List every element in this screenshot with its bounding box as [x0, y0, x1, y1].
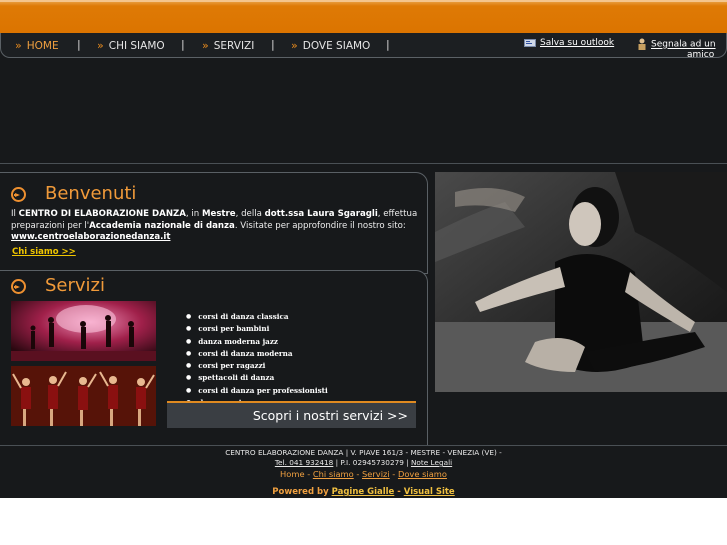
- powered-by: Powered by Pagine Gialle - Visual Site: [0, 487, 727, 497]
- chevron-icon: »: [15, 39, 22, 52]
- dance-group-image: [11, 366, 156, 426]
- nav-servizi[interactable]: » SERVIZI: [202, 39, 254, 52]
- service-item: corsi per bambini: [186, 323, 328, 335]
- nav-separator: |: [181, 38, 185, 51]
- footer-sep: -: [353, 469, 362, 479]
- nav-home[interactable]: » HOME: [15, 39, 59, 52]
- service-item: corsi di danza classica: [186, 311, 328, 323]
- chi-siamo-link[interactable]: Chi siamo >>: [12, 247, 76, 257]
- nav-separator: |: [271, 38, 275, 51]
- nav-home-label: HOME: [26, 40, 59, 52]
- save-outlook-link[interactable]: Salva su outlook: [524, 38, 614, 48]
- welcome-text: Il CENTRO DI ELABORAZIONE DANZA, in Mest…: [11, 209, 421, 244]
- arrow-circle-icon: [11, 279, 26, 294]
- visual-site-link[interactable]: Visual Site: [404, 487, 455, 497]
- nav-separator: |: [77, 38, 81, 51]
- nav-chi-siamo-label: CHI SIAMO: [108, 40, 165, 52]
- arrow-circle-icon: [11, 187, 26, 202]
- nav-separator: |: [386, 38, 390, 51]
- welcome-title: Benvenuti: [45, 183, 137, 204]
- footer-chi-siamo-link[interactable]: Chi siamo: [313, 469, 354, 479]
- discover-services-button[interactable]: Scopri i nostri servizi >>: [167, 401, 416, 428]
- banner-area: [0, 58, 727, 164]
- dancer-photo: [435, 172, 727, 392]
- tell-friend-label: Segnala ad un: [651, 39, 716, 50]
- powered-sep: -: [394, 487, 404, 497]
- footer-sep: -: [304, 469, 313, 479]
- dance-stage-image: [11, 301, 156, 361]
- nav-chi-siamo[interactable]: » CHI SIAMO: [97, 39, 165, 52]
- pagine-gialle-link[interactable]: Pagine Gialle: [332, 487, 395, 497]
- vat-text: | P.I. 02945730279 |: [333, 458, 411, 467]
- tell-friend-link[interactable]: Segnala ad un: [637, 38, 716, 50]
- service-item: corsi di danza moderna: [186, 348, 328, 360]
- footer-home-link[interactable]: Home: [280, 469, 305, 479]
- footer-servizi-link[interactable]: Servizi: [362, 469, 390, 479]
- nav-dove-siamo-label: DOVE SIAMO: [302, 40, 371, 52]
- services-list: corsi di danza classica corsi per bambin…: [186, 311, 328, 409]
- footer-dove-siamo-link[interactable]: Dove siamo: [398, 469, 447, 479]
- footer-contacts: Tel. 041 932418 | P.I. 02945730279 | Not…: [0, 458, 727, 467]
- text-part: , della: [235, 209, 265, 219]
- service-item: corsi di danza per professionisti: [186, 385, 327, 397]
- chevron-icon: »: [202, 39, 209, 52]
- text-part: , in: [185, 209, 202, 219]
- page: » HOME | » CHI SIAMO | » SERVIZI | » DOVE SI…: [0, 0, 727, 545]
- service-item: corsi per ragazzi: [186, 360, 328, 372]
- card-icon: [524, 38, 536, 47]
- nav-dove-siamo[interactable]: » DOVE SIAMO: [291, 39, 370, 52]
- person-icon: [638, 38, 646, 50]
- legal-notes-link[interactable]: Note Legali: [411, 458, 452, 467]
- services-title: Servizi: [45, 275, 106, 296]
- site-link[interactable]: www.centroelaborazionedanza.it: [11, 232, 170, 242]
- chevron-icon: »: [97, 39, 104, 52]
- footer: CENTRO ELABORAZIONE DANZA | V. PIAVE 161…: [0, 445, 727, 498]
- service-item: danza moderna jazz: [186, 336, 328, 348]
- nav-servizi-label: SERVIZI: [213, 40, 255, 52]
- top-orange-bar: [0, 0, 727, 33]
- director-name: dott.ssa Laura Sgaragli: [264, 209, 378, 219]
- footer-address: CENTRO ELABORAZIONE DANZA | V. PIAVE 161…: [225, 448, 502, 457]
- chevron-icon: »: [291, 39, 298, 52]
- site-frame: » HOME | » CHI SIAMO | » SERVIZI | » DOVE SI…: [0, 0, 727, 498]
- phone-link[interactable]: Tel. 041 932418: [275, 458, 333, 467]
- academy-name: Accademia nazionale di danza: [89, 220, 235, 231]
- text-part: . Visitate per approfondire il nostro si…: [234, 220, 406, 231]
- powered-label: Powered by: [272, 487, 332, 497]
- text-part: Il: [11, 209, 19, 219]
- main-navigation: » HOME | » CHI SIAMO | » SERVIZI | » DOVE SI…: [0, 33, 727, 60]
- footer-links: Home - Chi siamo - Servizi - Dove siamo: [0, 469, 727, 479]
- save-outlook-label: Salva su outlook: [540, 38, 615, 48]
- service-item: spettacoli di danza: [186, 372, 328, 384]
- city-name: Mestre: [201, 209, 236, 219]
- center-name: CENTRO DI ELABORAZIONE DANZA: [18, 209, 186, 219]
- footer-sep: -: [389, 469, 398, 479]
